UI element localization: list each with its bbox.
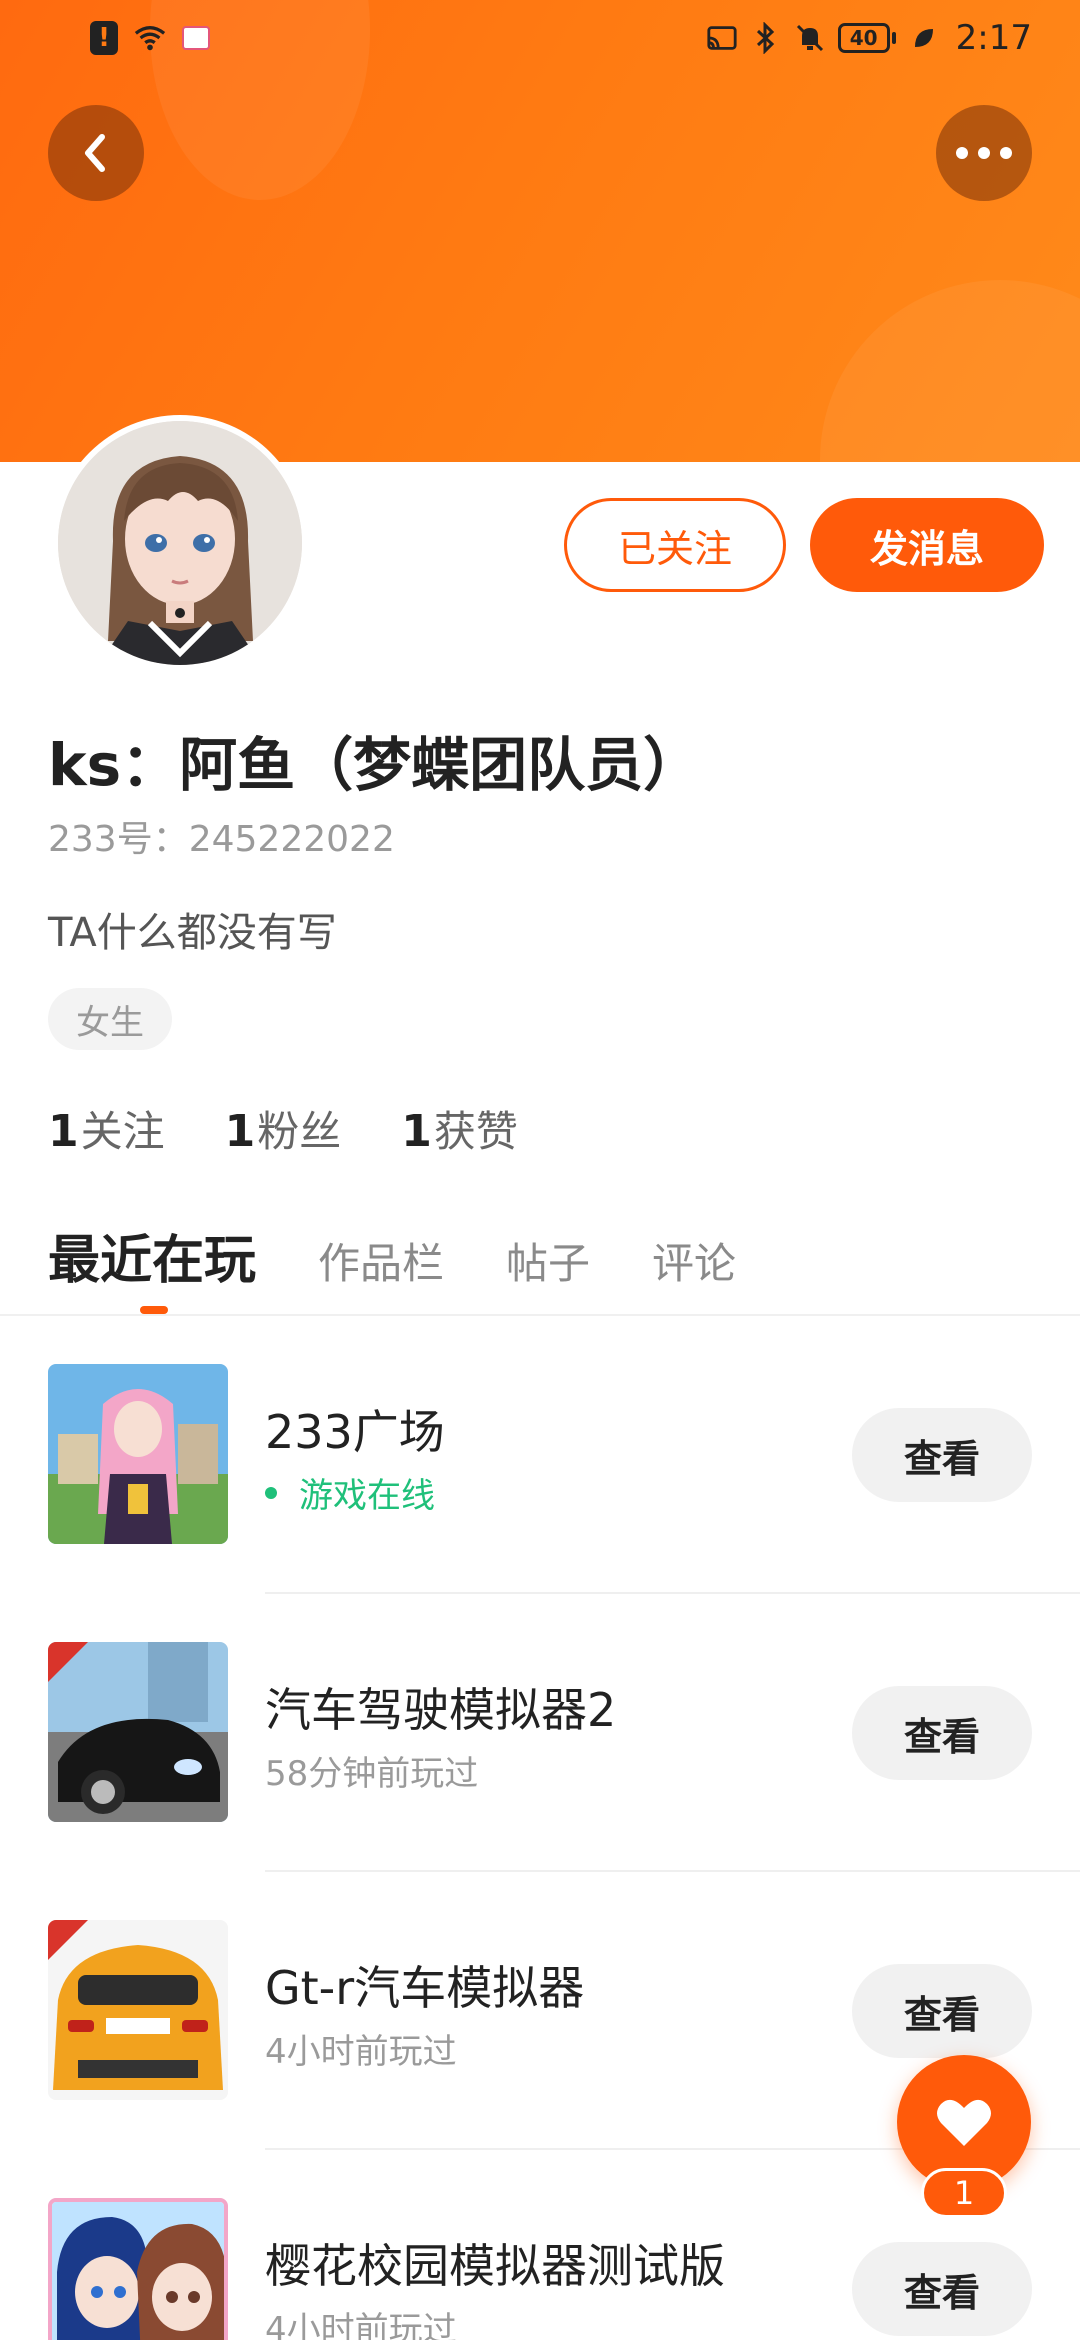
user-id-value: 245222022 [188, 819, 395, 860]
like-count-badge: 1 [921, 2168, 1007, 2218]
avatar-image [58, 421, 302, 665]
stat-label: 关注 [80, 1107, 165, 1156]
user-id: 233号：245222022 [48, 810, 395, 862]
game-status: 4小时前玩过 [265, 2024, 457, 2073]
active-tab-indicator [140, 1306, 168, 1314]
game-thumbnail [48, 1364, 228, 1544]
game-status-text: 4小时前玩过 [265, 2310, 457, 2340]
game-name: 233广场 [265, 1405, 445, 1459]
mute-bell-icon [794, 22, 826, 54]
game-status-text: 游戏在线 [299, 1476, 435, 1516]
game-name: 汽车驾驶模拟器2 [265, 1683, 617, 1737]
view-button[interactable]: 查看 [852, 1686, 1032, 1780]
banner-decoration [820, 280, 1080, 462]
stat-likes[interactable]: 1 获赞 [401, 1098, 518, 1159]
tab-works[interactable]: 作品栏 [318, 1230, 444, 1291]
profile-tabs: 最近在玩 作品栏 帖子 评论 [48, 1218, 736, 1293]
bluetooth-icon [750, 22, 782, 54]
stat-count: 1 [48, 1106, 79, 1157]
view-button[interactable]: 查看 [852, 1964, 1032, 2058]
battery-icon: 40 [837, 23, 896, 53]
profile-stats: 1 关注 1 粉丝 1 获赞 [48, 1098, 518, 1159]
game-status: 58分钟前玩过 [265, 1746, 478, 1795]
profile-page: ! 40 2:17 已关注 发消息 ks：阿鱼（梦蝶团队员） 233号：2452… [0, 0, 1080, 2340]
more-options-button[interactable] [936, 105, 1032, 201]
book-icon [180, 22, 212, 54]
heart-icon [937, 2099, 991, 2146]
leaf-icon [908, 22, 940, 54]
more-dots-icon [956, 147, 1012, 159]
stat-label: 粉丝 [257, 1107, 342, 1156]
game-name: 樱花校园模拟器测试版 [265, 2239, 725, 2293]
game-thumbnail [48, 1642, 228, 1822]
profile-bio: TA什么都没有写 [48, 910, 337, 956]
stat-following[interactable]: 1 关注 [48, 1098, 165, 1159]
view-button[interactable]: 查看 [852, 2242, 1032, 2336]
cast-icon [706, 22, 738, 54]
stat-count: 1 [224, 1106, 256, 1157]
avatar[interactable] [52, 415, 308, 671]
game-thumbnail [48, 1920, 228, 2100]
list-item[interactable]: 樱花校园模拟器测试版 4小时前玩过 查看 [0, 2150, 1080, 2340]
followed-button[interactable]: 已关注 [564, 498, 786, 592]
tab-comments[interactable]: 评论 [652, 1230, 736, 1291]
profile-nickname: ks：阿鱼（梦蝶团队员） [48, 731, 702, 799]
gender-tag: 女生 [48, 988, 172, 1050]
online-dot-icon [265, 1486, 277, 1499]
chevron-left-icon [85, 134, 105, 172]
back-button[interactable] [48, 105, 144, 201]
stat-count: 1 [401, 1106, 432, 1157]
game-thumbnail [48, 2198, 228, 2340]
game-name: Gt-r汽车模拟器 [265, 1961, 585, 2015]
game-status: 4小时前玩过 [265, 2302, 457, 2340]
status-bar: ! 40 2:17 [0, 0, 1080, 80]
game-status: 游戏在线 [265, 1468, 435, 1517]
user-id-label: 233号： [48, 819, 189, 860]
stat-fans[interactable]: 1 粉丝 [225, 1098, 342, 1159]
list-item[interactable]: 汽车驾驶模拟器2 58分钟前玩过 查看 [0, 1594, 1080, 1872]
alert-icon: ! [88, 21, 120, 55]
tab-recently-played[interactable]: 最近在玩 [48, 1218, 256, 1293]
game-status-text: 58分钟前玩过 [265, 1754, 479, 1794]
list-item[interactable]: 233广场 游戏在线 查看 [0, 1316, 1080, 1594]
wifi-icon [134, 22, 166, 54]
game-status-text: 4小时前玩过 [265, 2032, 457, 2072]
profile-banner: ! 40 2:17 [0, 0, 1080, 462]
tab-posts[interactable]: 帖子 [506, 1230, 590, 1291]
send-message-button[interactable]: 发消息 [810, 498, 1044, 592]
status-time: 2:17 [955, 18, 1032, 58]
stat-label: 获赞 [433, 1107, 518, 1156]
view-button[interactable]: 查看 [852, 1408, 1032, 1502]
